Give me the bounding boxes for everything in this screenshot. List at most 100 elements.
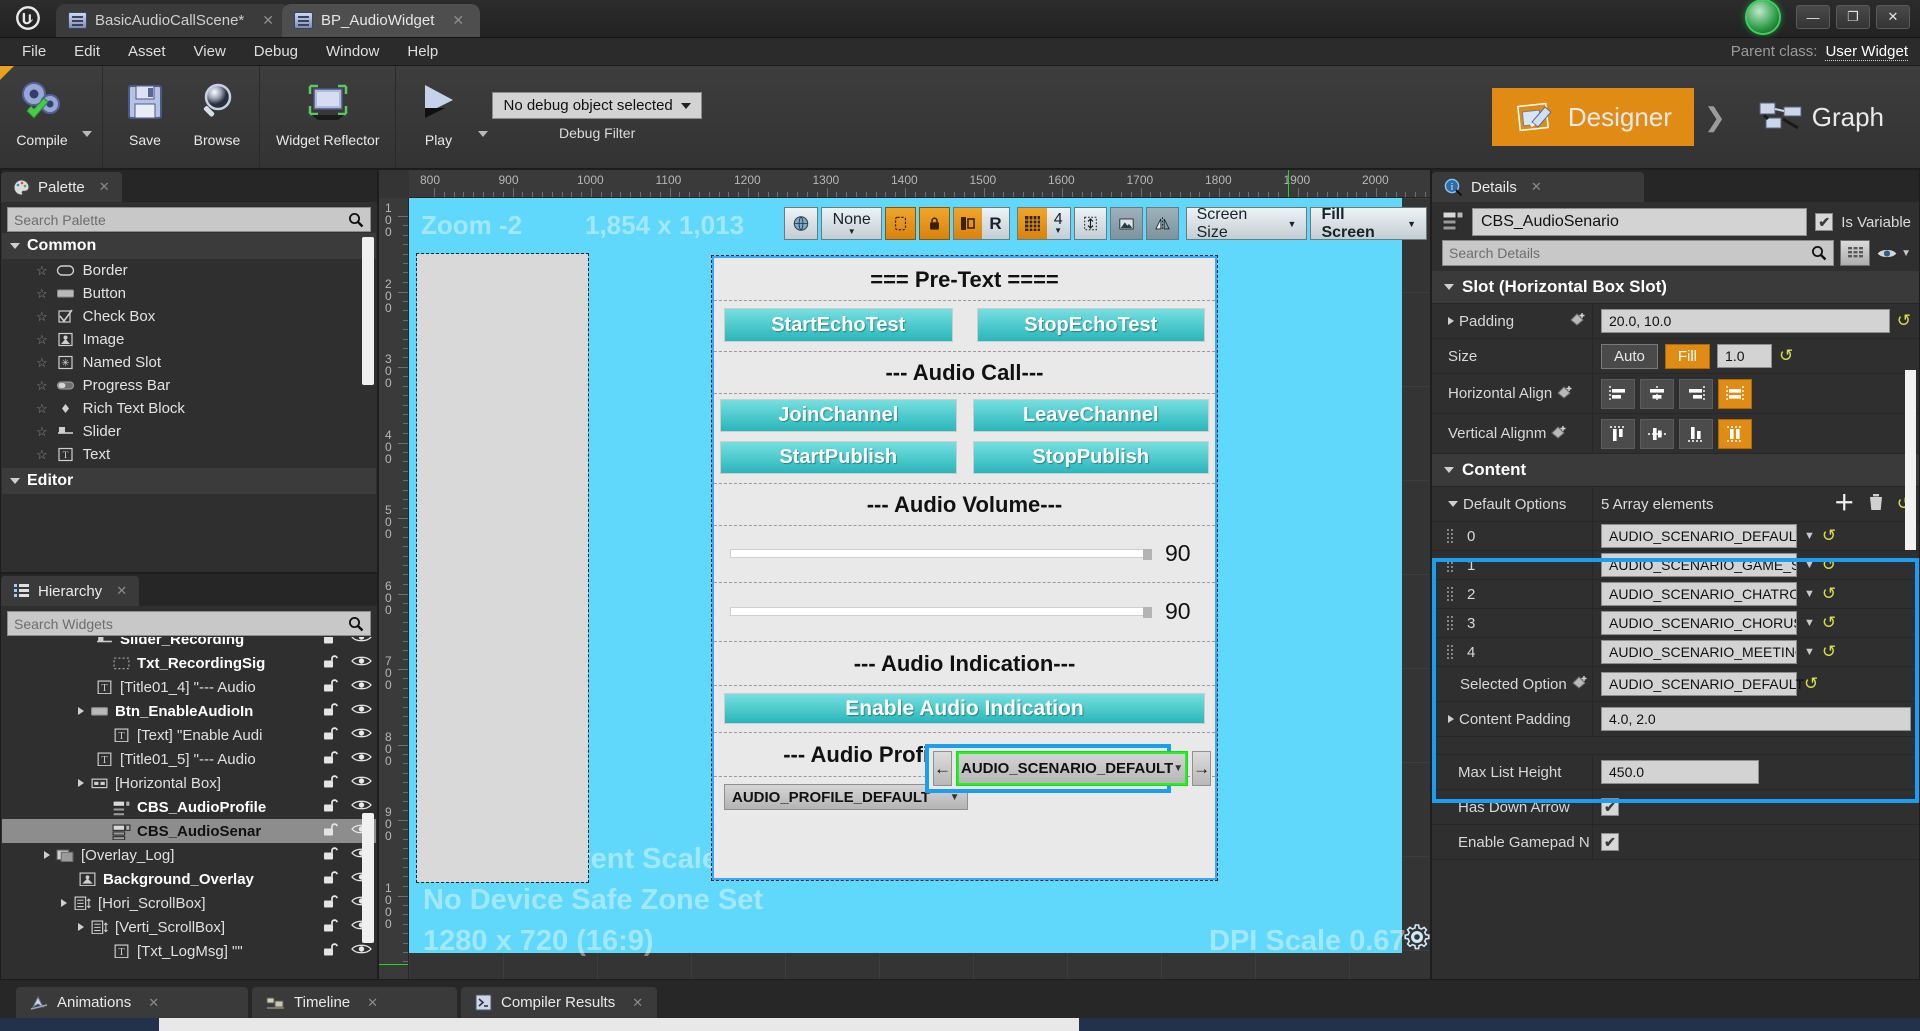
size-fill-button[interactable]: Fill [1664, 343, 1711, 369]
menu-window[interactable]: Window [312, 40, 393, 63]
halign-fill-button[interactable] [1718, 378, 1752, 409]
play-button[interactable]: Play [402, 74, 474, 150]
designer-grid[interactable]: Zoom -2 1,854 x 1,013 Device Content Sca… [409, 198, 1430, 979]
close-icon[interactable]: ✕ [1531, 179, 1542, 195]
has-down-arrow-checkbox[interactable]: ✔ [1601, 798, 1619, 816]
globe-button[interactable] [784, 207, 818, 240]
grid-icon[interactable] [1017, 208, 1047, 239]
content-padding-input[interactable]: 4.0, 2.0 [1601, 707, 1911, 731]
max-list-height-input[interactable]: 450.0 [1601, 760, 1759, 784]
audio-scenario-selection-box[interactable]: ← AUDIO_SCENARIO_DEFAULT ▼ → [925, 744, 1212, 793]
recording-volume-slider[interactable] [730, 549, 1152, 560]
chevron-right-icon[interactable] [1448, 317, 1454, 325]
lock-open-icon[interactable] [321, 942, 338, 961]
menu-help[interactable]: Help [393, 40, 452, 63]
reset-icon[interactable]: ↺ [1822, 555, 1836, 575]
drag-handle-icon[interactable] [1446, 528, 1455, 544]
delete-icon[interactable] [1868, 493, 1884, 516]
favorite-star-icon[interactable]: ☆ [36, 332, 48, 348]
tab-palette[interactable]: Palette ✕ [1, 172, 122, 202]
chevron-right-icon[interactable] [44, 851, 50, 859]
palette-item-rich-text-block[interactable]: ☆ Rich Text Block [2, 397, 376, 420]
live-coding-orb-icon[interactable] [1747, 1, 1779, 33]
hierarchy-row[interactable]: T [Title01_5] "--- Audio [2, 747, 376, 771]
lock-open-icon[interactable] [321, 750, 338, 769]
option-value-dropdown[interactable]: AUDIO_SCENARIO_GAME_STR [1601, 553, 1797, 577]
favorite-star-icon[interactable]: ☆ [36, 378, 48, 394]
valign-bottom-button[interactable] [1679, 418, 1713, 449]
lock-open-icon[interactable] [321, 654, 338, 673]
mirror-button[interactable] [1145, 207, 1179, 240]
fill-screen-toggle[interactable] [885, 207, 917, 240]
lock-open-icon[interactable] [321, 870, 338, 889]
browse-button[interactable]: Browse [181, 74, 253, 150]
lock-open-icon[interactable] [321, 894, 338, 913]
halign-left-button[interactable] [1601, 378, 1635, 409]
lock-open-icon[interactable] [321, 702, 338, 721]
hierarchy-row[interactable]: Background_Overlay [2, 867, 376, 891]
audio-scenario-combobox[interactable]: AUDIO_SCENARIO_DEFAULT ▼ [956, 751, 1189, 786]
screen-size-dropdown[interactable]: Screen Size ▼ [1185, 206, 1308, 241]
halign-center-button[interactable] [1640, 378, 1674, 409]
palette-search[interactable] [7, 207, 371, 232]
hierarchy-tree[interactable]: Slider_Recording Txt_RecordingSig T [Title0… [2, 637, 376, 976]
favorite-star-icon[interactable]: ☆ [36, 355, 48, 371]
reset-icon[interactable]: ↺ [1804, 674, 1818, 694]
save-button[interactable]: Save [109, 74, 181, 150]
favorite-star-icon[interactable]: ☆ [36, 309, 48, 325]
visibility-eye-icon[interactable] [351, 726, 372, 744]
favorite-star-icon[interactable]: ☆ [36, 286, 48, 302]
chevron-down-icon[interactable]: ▼ [1804, 559, 1815, 571]
size-auto-button[interactable]: Auto [1601, 343, 1658, 369]
details-search[interactable] [1442, 240, 1835, 266]
favorite-star-icon[interactable]: ☆ [36, 401, 48, 417]
parent-class-link[interactable]: User Widget [1825, 43, 1908, 61]
favorite-star-icon[interactable]: ☆ [36, 447, 48, 463]
menu-view[interactable]: View [180, 40, 240, 63]
chevron-down-icon[interactable]: ▼ [1804, 588, 1815, 600]
visibility-eye-icon[interactable] [351, 654, 372, 672]
valign-center-button[interactable] [1640, 418, 1674, 449]
enable-gamepad-checkbox[interactable]: ✔ [1601, 833, 1619, 851]
hierarchy-row[interactable]: CBS_AudioSenar [2, 819, 376, 843]
palette-item-text[interactable]: ☆ T Text [2, 443, 376, 466]
add-element-icon[interactable]: ＋ [1834, 493, 1855, 514]
section-content-header[interactable]: Content [1432, 454, 1919, 487]
palette-item-image[interactable]: ☆ Image [2, 328, 376, 351]
visibility-eye-icon[interactable] [351, 774, 372, 792]
valign-top-button[interactable] [1601, 418, 1635, 449]
window-tab-1[interactable]: BP_AudioWidget ✕ [282, 4, 481, 37]
maximize-button[interactable]: ❐ [1836, 5, 1870, 29]
reset-icon[interactable]: ↺ [1779, 346, 1793, 366]
tab-hierarchy[interactable]: Hierarchy ✕ [1, 576, 140, 606]
chevron-right-icon[interactable] [78, 779, 84, 787]
mode-graph-button[interactable]: Graph [1736, 88, 1906, 146]
localization-r-button[interactable]: R [982, 208, 1009, 239]
valign-fill-button[interactable] [1718, 418, 1752, 449]
reset-icon[interactable]: ↺ [1897, 311, 1911, 331]
chevron-right-icon[interactable] [78, 707, 84, 715]
hierarchy-row[interactable]: T [Text] "Enable Audi [2, 723, 376, 747]
drag-handle-icon[interactable] [1446, 586, 1455, 602]
hierarchy-row[interactable]: T [Title01_4] "--- Audio [2, 675, 376, 699]
image-preview-button[interactable] [1109, 207, 1143, 240]
details-scrollbar[interactable] [1905, 370, 1916, 550]
palette-item-named-slot[interactable]: ☆ ✳ Named Slot [2, 351, 376, 374]
hierarchy-row[interactable]: Btn_EnableAudioIn [2, 699, 376, 723]
hierarchy-row[interactable]: [Verti_ScrollBox] [2, 915, 376, 939]
palette-item-progress-bar[interactable]: ☆ Progress Bar [2, 374, 376, 397]
details-grid-view-button[interactable] [1840, 240, 1871, 266]
object-name-input[interactable]: CBS_AudioSenario [1472, 208, 1808, 236]
localization-toggle-group[interactable]: R [953, 207, 1010, 240]
lock-open-icon[interactable] [321, 918, 338, 937]
playback-volume-slider[interactable] [730, 607, 1152, 618]
compile-button[interactable]: Compile [6, 74, 78, 150]
hierarchy-row[interactable]: CBS_AudioProfile [2, 795, 376, 819]
palette-item-slider[interactable]: ☆ Slider [2, 420, 376, 443]
favorite-star-icon[interactable]: ☆ [36, 424, 48, 440]
is-variable-checkbox[interactable]: ✔ [1815, 213, 1834, 231]
bind-pin-icon[interactable] [1557, 385, 1573, 403]
lock-open-icon[interactable] [321, 822, 338, 841]
reset-icon[interactable]: ↺ [1822, 642, 1836, 662]
close-icon[interactable]: ✕ [148, 995, 159, 1011]
